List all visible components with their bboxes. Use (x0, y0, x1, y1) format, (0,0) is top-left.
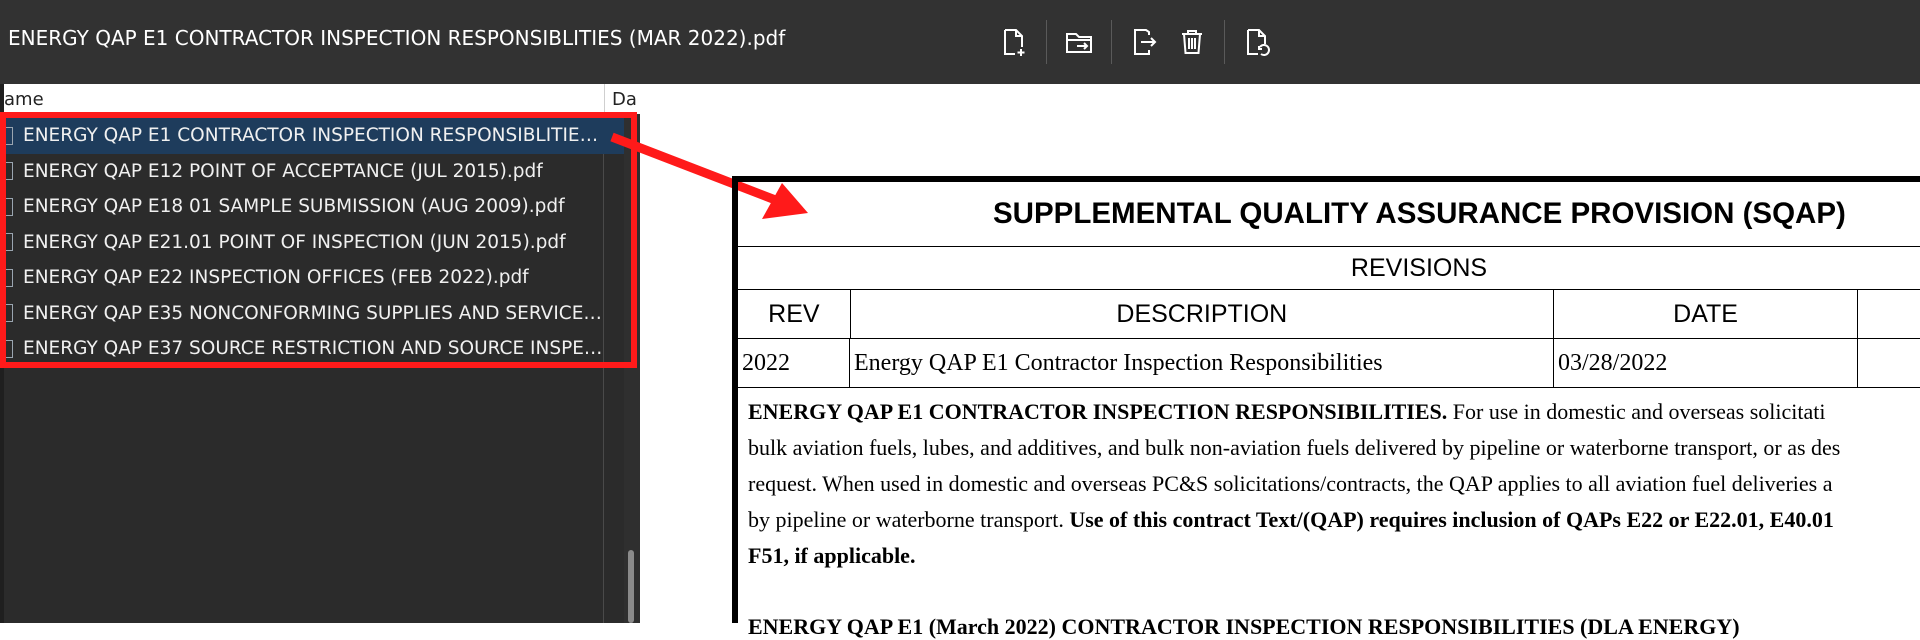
column-header: ame Da (0, 84, 640, 114)
file-toolbar (990, 18, 1281, 66)
add-file-icon (1004, 29, 1025, 56)
file-list-item[interactable]: ENERGY QAP E12 POINT OF ACCEPTANCE (JUL … (0, 154, 640, 190)
file-list-item[interactable]: ENERGY QAP E18 01 SAMPLE SUBMISSION (AUG… (0, 189, 640, 225)
description-value: Energy QAP E1 Contractor Inspection Resp… (850, 339, 1554, 387)
description-header: DESCRIPTION (851, 290, 1554, 338)
document-title: ENERGY QAP E1 CONTRACTOR INSPECTION RESP… (8, 26, 786, 50)
file-name: ENERGY QAP E21.01 POINT OF INSPECTION (J… (23, 231, 566, 253)
file-name: ENERGY QAP E1 CONTRACTOR INSPECTION RESP… (23, 125, 605, 147)
column-resize-handle[interactable] (604, 84, 605, 114)
file-list-item[interactable]: ENERGY QAP E37 SOURCE RESTRICTION AND SO… (0, 331, 640, 367)
toolbar-separator (1111, 20, 1112, 64)
file-list-item-selected[interactable]: ENERGY QAP E1 CONTRACTOR INSPECTION RESP… (0, 118, 640, 154)
paragraph-line: bulk aviation fuels, lubes, and additive… (748, 435, 1841, 460)
toolbar-separator (1046, 20, 1047, 64)
pdf-file-icon (3, 268, 13, 287)
paragraph-bold-text: ENERGY QAP E1 CONTRACTOR INSPECTION RESP… (748, 399, 1448, 424)
file-list-item[interactable]: ENERGY QAP E22 INSPECTION OFFICES (FEB 2… (0, 260, 640, 296)
file-name: ENERGY QAP E35 NONCONFORMING SUPPLIES AN… (23, 302, 605, 324)
rev-value: 2022 (738, 339, 850, 387)
pdf-title: SUPPLEMENTAL QUALITY ASSURANCE PROVISION… (738, 182, 1920, 247)
toolbar-separator (1224, 20, 1225, 64)
rev-header: REV (738, 290, 851, 338)
pdf-file-icon (3, 126, 13, 145)
export-file-icon (1134, 29, 1157, 55)
paragraph-text: by pipeline or waterborne transport. (748, 507, 1070, 532)
revision-row: 2022 Energy QAP E1 Contractor Inspection… (738, 339, 1920, 388)
column-header-name[interactable]: ame (4, 89, 44, 110)
paragraph-line: ENERGY QAP E1 CONTRACTOR INSPECTION RESP… (748, 394, 1920, 430)
file-name: ENERGY QAP E18 01 SAMPLE SUBMISSION (AUG… (23, 196, 565, 218)
pdf-file-icon (3, 197, 13, 216)
revisions-heading: REVISIONS (738, 247, 1920, 290)
date-header: DATE (1554, 290, 1859, 338)
file-name: ENERGY QAP E12 POINT OF ACCEPTANCE (JUL … (23, 160, 543, 182)
date-value: 03/28/2022 (1554, 339, 1858, 387)
revision-table-header: REV DESCRIPTION DATE (738, 290, 1920, 339)
file-name: ENERGY QAP E22 INSPECTION OFFICES (FEB 2… (23, 267, 529, 289)
paragraph-bold-text: F51, if applicable. (748, 543, 916, 568)
rotate-file-icon (1247, 29, 1270, 56)
delete-button[interactable] (1168, 18, 1216, 66)
file-name: ENERGY QAP E37 SOURCE RESTRICTION AND SO… (23, 338, 605, 360)
column-header-date[interactable]: Da (612, 89, 640, 110)
title-bar: ENERGY QAP E1 CONTRACTOR INSPECTION RESP… (0, 0, 1920, 84)
file-list-item[interactable]: ENERGY QAP E21.01 POINT OF INSPECTION (J… (0, 225, 640, 261)
add-file-button[interactable] (990, 18, 1038, 66)
pdf-cutoff-line: ENERGY QAP E1 (March 2022) CONTRACTOR IN… (748, 614, 1740, 639)
move-folder-icon (1066, 33, 1092, 53)
pdf-file-icon (3, 339, 13, 358)
delete-icon (1182, 30, 1202, 54)
extra-value (1858, 339, 1920, 387)
paragraph-line: F51, if applicable. (748, 538, 1920, 574)
paragraph-text: For use in domestic and overseas solicit… (1447, 399, 1826, 424)
move-to-folder-button[interactable] (1055, 18, 1103, 66)
rotate-file-button[interactable] (1233, 18, 1281, 66)
paragraph-line: by pipeline or waterborne transport. Use… (748, 502, 1920, 538)
extra-header (1858, 290, 1920, 338)
pdf-paragraph: ENERGY QAP E1 CONTRACTOR INSPECTION RESP… (738, 388, 1920, 574)
pdf-file-icon (3, 233, 13, 252)
paragraph-bold-text: Use of this contract Text/(QAP) requires… (1069, 507, 1834, 532)
pdf-file-icon (3, 304, 13, 323)
file-list-item[interactable]: ENERGY QAP E35 NONCONFORMING SUPPLIES AN… (0, 296, 640, 332)
file-list: ENERGY QAP E1 CONTRACTOR INSPECTION RESP… (0, 118, 640, 367)
pdf-file-icon (3, 162, 13, 181)
paragraph-line: request. When used in domestic and overs… (748, 471, 1833, 496)
pdf-preview: SUPPLEMENTAL QUALITY ASSURANCE PROVISION… (732, 176, 1920, 639)
export-file-button[interactable] (1120, 18, 1168, 66)
scrollbar-thumb[interactable] (628, 550, 634, 623)
